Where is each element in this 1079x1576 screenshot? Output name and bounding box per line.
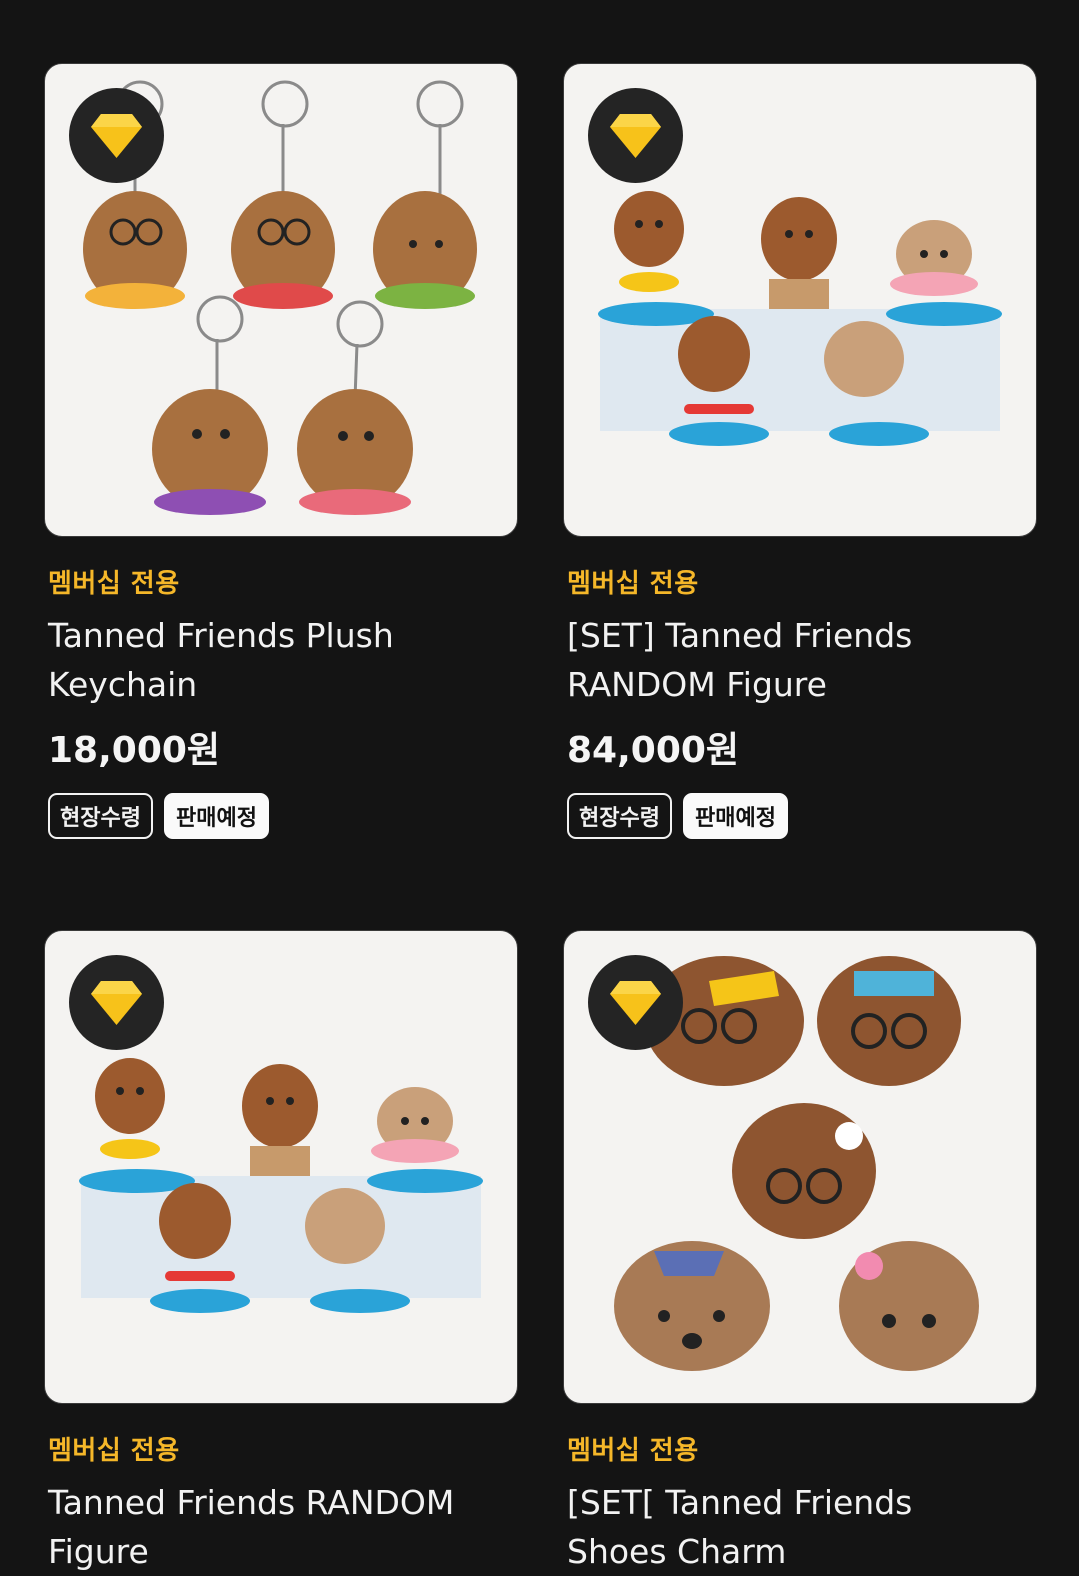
product-price: 84,000원 [567, 730, 740, 771]
product-card[interactable]: 멤버십 전용 Tanned Friends RANDOM Figure [44, 930, 518, 1571]
product-card[interactable]: 멤버십 전용 [SET] Tanned Friends RANDOM Figur… [563, 63, 1037, 853]
product-name[interactable]: [SET[ Tanned Friends Shoes Charm [567, 1478, 1017, 1576]
product-card[interactable]: 멤버십 전용 [SET[ Tanned Friends Shoes Charm [563, 930, 1037, 1571]
product-image[interactable] [563, 930, 1037, 1404]
product-image[interactable] [44, 63, 518, 537]
diamond-icon [91, 114, 142, 158]
product-name[interactable]: [SET] Tanned Friends RANDOM Figure [567, 611, 1017, 709]
product-card[interactable]: 멤버십 전용 Tanned Friends Plush Keychain 18,… [44, 63, 518, 853]
membership-badge [588, 955, 683, 1050]
membership-label: 멤버십 전용 [48, 569, 180, 599]
membership-label: 멤버십 전용 [48, 1436, 180, 1466]
product-tags: 현장수령 판매예정 [567, 793, 788, 839]
membership-label: 멤버십 전용 [567, 569, 699, 599]
pickup-tag: 현장수령 [567, 793, 672, 839]
diamond-icon [610, 981, 661, 1025]
diamond-icon [610, 114, 661, 158]
product-name[interactable]: Tanned Friends RANDOM Figure [48, 1478, 498, 1576]
product-image[interactable] [44, 930, 518, 1404]
membership-label: 멤버십 전용 [567, 1436, 699, 1466]
product-price: 18,000원 [48, 730, 221, 771]
pickup-tag: 현장수령 [48, 793, 153, 839]
product-image[interactable] [563, 63, 1037, 537]
upcoming-sale-tag: 판매예정 [163, 793, 269, 839]
product-tags: 현장수령 판매예정 [48, 793, 269, 839]
product-name[interactable]: Tanned Friends Plush Keychain [48, 611, 498, 709]
diamond-icon [91, 981, 142, 1025]
membership-badge [588, 88, 683, 183]
membership-badge [69, 88, 164, 183]
membership-badge [69, 955, 164, 1050]
upcoming-sale-tag: 판매예정 [682, 793, 788, 839]
